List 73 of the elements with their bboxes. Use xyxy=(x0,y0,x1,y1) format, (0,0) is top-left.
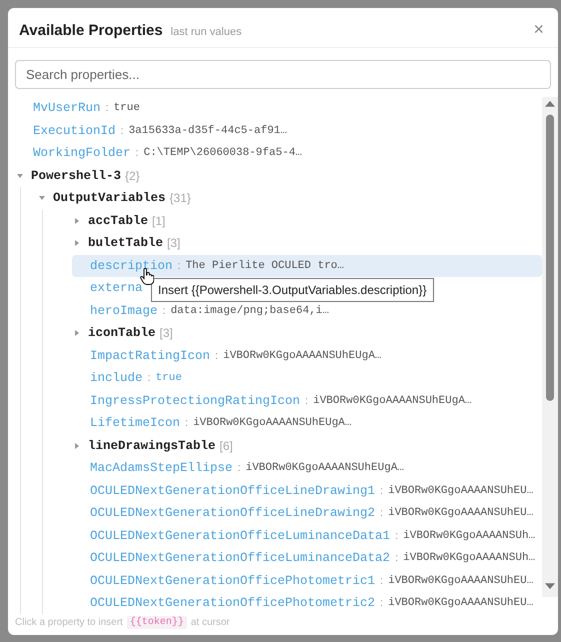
caret-right-icon[interactable] xyxy=(74,218,80,224)
caret-down-icon[interactable] xyxy=(17,172,23,179)
property-value: iVBORw0KGgoAAAANSUhEU… xyxy=(388,597,534,610)
caret-down-icon[interactable] xyxy=(39,195,45,202)
dialog-subtitle: last run values xyxy=(170,26,242,38)
separator-colon: : xyxy=(215,350,218,362)
item-count: [1] xyxy=(152,214,166,228)
separator-colon: : xyxy=(395,552,398,564)
property-row[interactable]: LifetimeIcon : iVBORw0KGgoAAAANSUhEUgA… xyxy=(72,412,542,434)
separator-colon: : xyxy=(148,372,151,384)
separator-colon: : xyxy=(185,417,188,430)
item-count: [6] xyxy=(220,438,233,453)
separator-colon: : xyxy=(380,574,384,587)
property-row[interactable]: OCULEDNextGenerationOfficePhotometric2 : iVBORw0KGgoAAAANSUhEU… xyxy=(72,592,542,614)
property-value: true xyxy=(114,102,140,114)
separator-colon: : xyxy=(380,484,384,497)
property-value: iVBORw0KGgoAAAANSUhEUgA… xyxy=(223,350,382,362)
item-count: {31} xyxy=(170,191,191,206)
tree-group-label[interactable]: OutputVariables xyxy=(53,191,166,206)
tree-group-label[interactable]: iconTable xyxy=(88,326,156,340)
search-field[interactable]: Search properties... xyxy=(15,60,551,89)
separator-colon: : xyxy=(106,102,109,114)
close-button[interactable]: × xyxy=(531,20,546,38)
property-row[interactable]: OCULEDNextGenerationOfficeLuminanceData1 : iVBORw0KGgoAAAANSUh… xyxy=(72,524,542,547)
scrollbar[interactable] xyxy=(542,97,558,597)
caret-right-icon[interactable] xyxy=(74,330,80,336)
tree-group-label[interactable]: Powershell-3 xyxy=(31,168,122,183)
item-count: [3] xyxy=(167,236,180,250)
item-count: {2} xyxy=(125,168,140,183)
tree-group-label[interactable]: buletTable xyxy=(88,236,164,250)
item-count: [3] xyxy=(160,326,173,340)
property-row[interactable]: OCULEDNextGenerationOfficeLuminanceData2 : iVBORw0KGgoAAAANSUh… xyxy=(72,547,542,570)
separator-colon: : xyxy=(136,147,139,160)
caret-right-icon[interactable] xyxy=(74,240,80,246)
property-value: iVBORw0KGgoAAAANSUhEU… xyxy=(388,484,534,497)
dialog-title: Available Properties xyxy=(19,22,163,39)
separator-colon: : xyxy=(162,304,166,317)
property-value: iVBORw0KGgoAAAANSUhEU… xyxy=(388,574,534,587)
property-value: iVBORw0KGgoAAAANSUh… xyxy=(403,552,536,564)
separator-colon: : xyxy=(395,530,398,542)
property-row[interactable]: WorkingFolder : C:\TEMP\26060038-9fa5-4… xyxy=(15,142,542,164)
separator-colon: : xyxy=(178,260,181,272)
token-example: {{token}} xyxy=(126,616,187,629)
insert-tooltip: Insert {{Powershell-3.OutputVariables.description}} xyxy=(151,278,434,302)
property-value: iVBORw0KGgoAAAANSUhEU… xyxy=(388,507,534,520)
separator-colon: : xyxy=(238,462,241,474)
property-value: data:image/png;base64,i… xyxy=(170,304,330,317)
property-row[interactable]: OCULEDNextGenerationOfficeLineDrawing2 : iVBORw0KGgoAAAANSUhEU… xyxy=(72,502,542,524)
property-row[interactable]: IngressProtectiongRatingIcon : iVBORw0KGgoAAAANSUhEUgA… xyxy=(72,390,542,412)
property-value: true xyxy=(156,372,182,384)
caret-right-icon[interactable] xyxy=(74,442,80,449)
footer-hint: at cursor xyxy=(190,617,230,628)
tree-group-label[interactable]: lineDrawingsTable xyxy=(88,438,216,453)
separator-colon: : xyxy=(380,597,384,610)
property-row[interactable]: ImpactRatingIcon : iVBORw0KGgoAAAANSUhEUgA… xyxy=(72,344,542,367)
property-value: C:\TEMP\26060038-9fa5-4… xyxy=(144,147,302,160)
property-value: iVBORw0KGgoAAAANSUhEUgA… xyxy=(246,462,404,474)
property-row[interactable]: OCULEDNextGenerationOfficePhotometric1 : iVBORw0KGgoAAAANSUhEU… xyxy=(72,570,542,592)
property-row[interactable]: ExecutionId : 3a15633a-d35f-44c5-af91… xyxy=(15,120,542,142)
property-value: iVBORw0KGgoAAAANSUhEUgA… xyxy=(193,417,352,430)
property-value: 3a15633a-d35f-44c5-af91… xyxy=(128,124,288,137)
separator-colon: : xyxy=(380,507,384,520)
tree-group-label[interactable]: accTable xyxy=(88,214,148,228)
property-row[interactable]: MvUserRun : true xyxy=(15,97,542,120)
property-value: iVBORw0KGgoAAAANSUh… xyxy=(403,530,536,542)
property-value: The Pierlite OCULED tro… xyxy=(186,260,344,272)
property-row[interactable]: OCULEDNextGenerationOfficeLineDrawing1 : iVBORw0KGgoAAAANSUhEU… xyxy=(72,480,542,502)
footer-hint: Click a property to insert xyxy=(15,617,123,628)
separator-colon: : xyxy=(305,394,308,407)
property-row[interactable]: MacAdamsStepEllipse : iVBORw0KGgoAAAANSUhEUgA… xyxy=(72,457,542,480)
property-value: iVBORw0KGgoAAAANSUhEUgA… xyxy=(313,394,472,407)
separator-colon: : xyxy=(120,124,124,137)
property-row[interactable]: heroImage : data:image/png;base64,i… xyxy=(72,300,542,322)
